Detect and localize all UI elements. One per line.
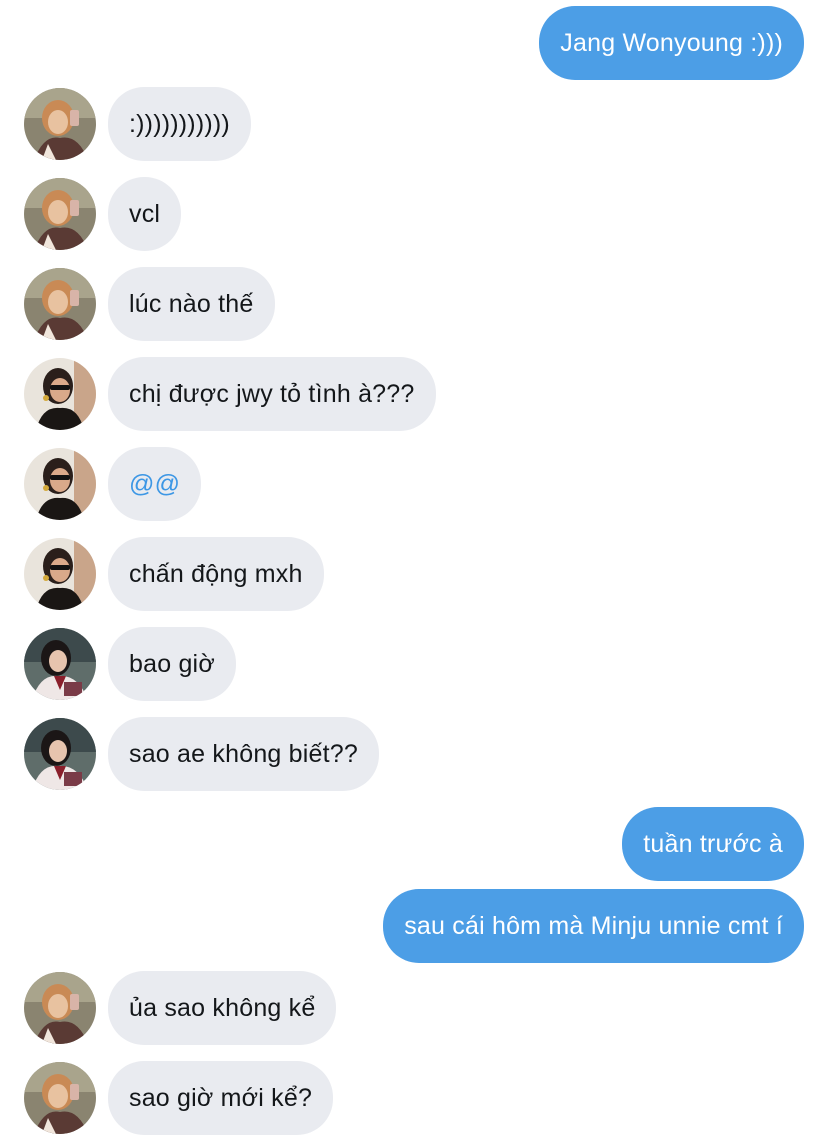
message-text: chấn động mxh [129, 560, 303, 588]
avatar-user-a-icon[interactable] [24, 1062, 96, 1134]
message-text: vcl [129, 200, 161, 228]
message-text: :))))))))))) [129, 110, 230, 138]
outgoing-message-bubble[interactable]: Jang Wonyoung :))) [539, 6, 804, 80]
incoming-message-bubble[interactable]: @@ [108, 447, 202, 521]
message-text: sao giờ mới kể? [129, 1084, 313, 1112]
outgoing-message-bubble[interactable]: sau cái hôm mà Minju unnie cmt í [383, 889, 804, 963]
avatar-user-b-icon[interactable] [24, 538, 96, 610]
message-text: ủa sao không kể [129, 994, 316, 1022]
avatar-user-b-icon[interactable] [24, 358, 96, 430]
message-text[interactable]: @@ [129, 470, 180, 498]
avatar-user-b-icon[interactable] [24, 448, 96, 520]
avatar-user-a-icon[interactable] [24, 88, 96, 160]
message-text: Jang Wonyoung :))) [560, 29, 783, 57]
incoming-message-bubble[interactable]: ủa sao không kể [108, 971, 337, 1045]
incoming-message-bubble[interactable]: bao giờ [108, 627, 236, 701]
avatar-user-c-icon[interactable] [24, 718, 96, 790]
chat-thread: Jang Wonyoung :))) :))))))))))) vcl lúc … [0, 0, 828, 1141]
message-text: chị được jwy tỏ tình à??? [129, 380, 415, 408]
message-text: lúc nào thế [129, 290, 254, 318]
message-text: tuần trước à [643, 830, 783, 858]
message-text: bao giờ [129, 650, 215, 678]
avatar-user-c-icon[interactable] [24, 628, 96, 700]
incoming-message-bubble[interactable]: lúc nào thế [108, 267, 275, 341]
outgoing-message-bubble[interactable]: tuần trước à [622, 807, 804, 881]
avatar-user-a-icon[interactable] [24, 268, 96, 340]
incoming-message-bubble[interactable]: sao ae không biết?? [108, 717, 379, 791]
message-text: sau cái hôm mà Minju unnie cmt í [404, 912, 783, 940]
incoming-message-bubble[interactable]: :))))))))))) [108, 87, 251, 161]
incoming-message-bubble[interactable]: vcl [108, 177, 182, 251]
avatar-user-a-icon[interactable] [24, 178, 96, 250]
message-text: sao ae không biết?? [129, 740, 358, 768]
incoming-message-bubble[interactable]: sao giờ mới kể? [108, 1061, 334, 1135]
incoming-message-bubble[interactable]: chấn động mxh [108, 537, 324, 611]
incoming-message-bubble[interactable]: chị được jwy tỏ tình à??? [108, 357, 436, 431]
avatar-user-a-icon[interactable] [24, 972, 96, 1044]
